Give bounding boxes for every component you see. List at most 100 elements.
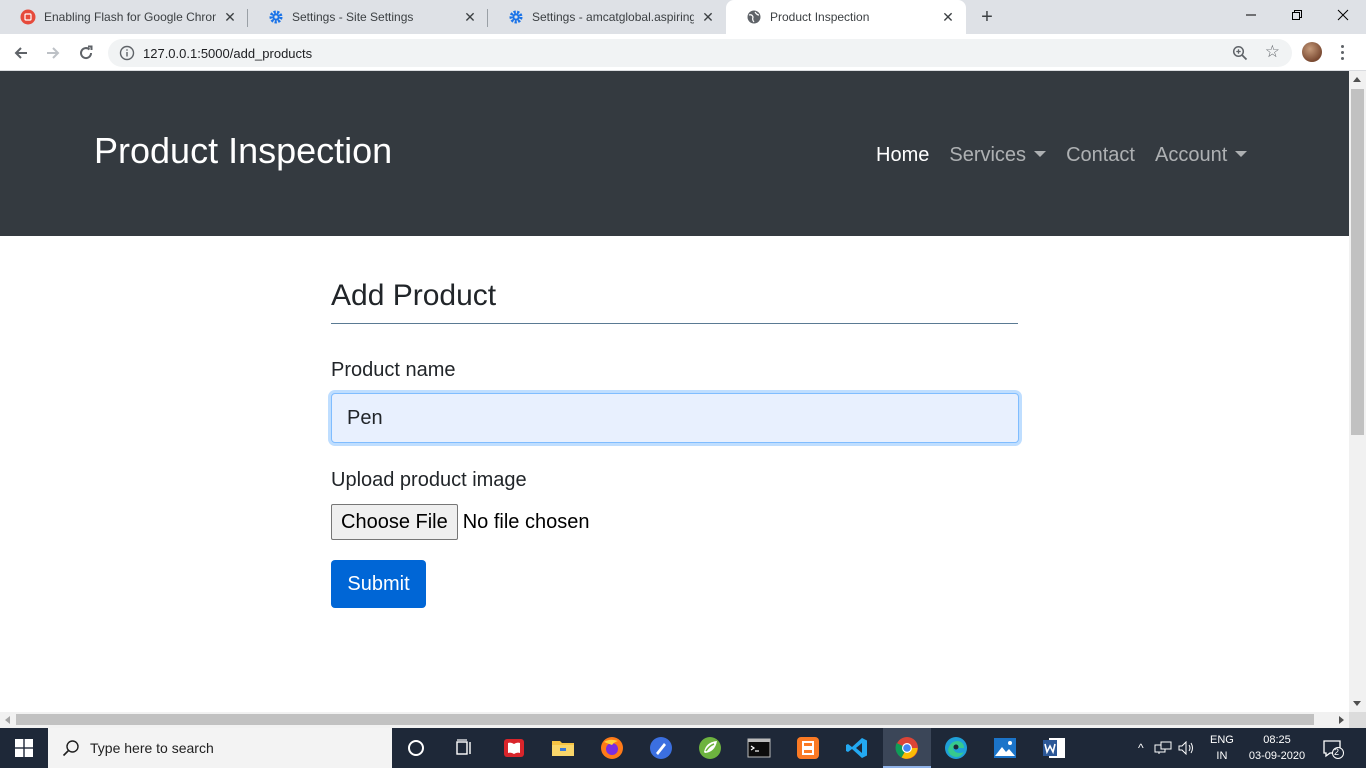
taskbar-clock[interactable]: 08:25 03-09-2020 xyxy=(1244,732,1310,764)
product-name-label: Product name xyxy=(331,359,456,381)
file-input: Choose File No file chosen xyxy=(331,504,1018,540)
file-status-text: No file chosen xyxy=(462,510,590,533)
scrollbar-corner xyxy=(1349,712,1366,728)
close-icon[interactable]: ✕ xyxy=(222,9,238,25)
tab-site-settings[interactable]: Settings - Site Settings ✕ xyxy=(248,0,488,34)
tab-flash[interactable]: Enabling Flash for Google Chrom ✕ xyxy=(0,0,248,34)
input-language[interactable]: ENG IN xyxy=(1210,732,1234,764)
site-navbar: Product Inspection Home Services Contact… xyxy=(0,71,1349,236)
search-icon xyxy=(62,740,79,757)
nav-contact-label: Contact xyxy=(1066,144,1135,166)
page-viewport: Product Inspection Home Services Contact… xyxy=(0,71,1349,712)
browser-tab-strip: Enabling Flash for Google Chrom ✕ Settin… xyxy=(0,0,1366,34)
choose-file-button[interactable]: Choose File xyxy=(331,504,458,540)
chevron-up-icon[interactable]: ^ xyxy=(1138,741,1144,755)
flash-icon xyxy=(20,9,36,25)
notification-icon xyxy=(1323,740,1344,759)
navbar-brand[interactable]: Product Inspection xyxy=(94,131,392,171)
nav-contact[interactable]: Contact xyxy=(1066,143,1135,167)
edge-icon[interactable] xyxy=(932,728,980,768)
forward-arrow-icon xyxy=(47,47,60,59)
vscode-icon[interactable] xyxy=(833,728,881,768)
vertical-scroll-thumb[interactable] xyxy=(1351,89,1364,435)
clock-time: 08:25 xyxy=(1263,734,1291,746)
reader-icon[interactable] xyxy=(490,728,538,768)
nav-home-label: Home xyxy=(876,144,930,166)
url-text[interactable]: 127.0.0.1:5000/add_products xyxy=(143,46,312,61)
firefox-icon[interactable] xyxy=(588,728,636,768)
profile-avatar[interactable] xyxy=(1302,42,1322,62)
scroll-left-arrow-icon[interactable] xyxy=(5,716,10,724)
reload-icon xyxy=(80,45,93,60)
nav-home[interactable]: Home xyxy=(876,143,929,167)
file-explorer-icon[interactable] xyxy=(539,728,587,768)
tab-title: Enabling Flash for Google Chrom xyxy=(44,10,216,24)
caret-down-icon xyxy=(1034,151,1047,157)
windows-taskbar: Type here to search ^ ENG IN 08:25 03-09… xyxy=(0,728,1366,768)
word-icon[interactable] xyxy=(1030,728,1078,768)
tab-title: Product Inspection xyxy=(770,10,870,24)
close-icon[interactable]: ✕ xyxy=(700,9,716,25)
scroll-up-arrow-icon[interactable] xyxy=(1353,77,1361,82)
product-name-input[interactable]: Pen xyxy=(331,393,1019,443)
bookmark-star-icon[interactable]: ☆ xyxy=(1265,42,1280,62)
photos-icon[interactable] xyxy=(981,728,1029,768)
tab-amcat-settings[interactable]: Settings - amcatglobal.aspiringm ✕ xyxy=(488,0,726,34)
network-icon[interactable] xyxy=(1154,741,1172,755)
minimize-icon xyxy=(1246,14,1256,16)
vertical-scrollbar[interactable] xyxy=(1349,71,1366,712)
zoom-icon[interactable] xyxy=(1232,45,1248,61)
restore-button[interactable] xyxy=(1274,0,1320,30)
scroll-down-arrow-icon[interactable] xyxy=(1353,701,1361,706)
language-code: ENG xyxy=(1210,734,1234,746)
upload-image-label: Upload product image xyxy=(331,469,527,491)
cortana-icon[interactable] xyxy=(392,728,440,768)
start-button[interactable] xyxy=(0,728,48,768)
volume-icon[interactable] xyxy=(1178,741,1196,755)
close-icon[interactable]: ✕ xyxy=(462,9,478,25)
back-button[interactable] xyxy=(8,40,34,66)
nav-services-label: Services xyxy=(949,144,1027,166)
system-tray: ^ xyxy=(1138,728,1196,768)
region-code: IN xyxy=(1216,750,1228,762)
notification-count: 2 xyxy=(1334,747,1340,757)
nav-account-label: Account xyxy=(1155,144,1228,166)
info-icon[interactable] xyxy=(119,45,135,61)
caret-down-icon xyxy=(1235,151,1248,157)
horizontal-scroll-thumb[interactable] xyxy=(16,714,1314,725)
gear-icon xyxy=(508,9,524,25)
globe-icon xyxy=(746,9,762,25)
forward-button[interactable] xyxy=(40,40,66,66)
chrome-menu-icon[interactable] xyxy=(1336,42,1348,62)
terminal-icon[interactable] xyxy=(735,728,783,768)
scroll-right-arrow-icon[interactable] xyxy=(1339,716,1344,724)
horizontal-scrollbar[interactable] xyxy=(0,712,1349,728)
gear-icon xyxy=(268,9,284,25)
task-view-icon[interactable] xyxy=(440,728,488,768)
windows-logo-icon xyxy=(15,739,33,757)
chrome-icon[interactable] xyxy=(883,728,931,768)
close-window-button[interactable] xyxy=(1320,0,1366,30)
restore-icon xyxy=(1292,10,1302,20)
close-icon[interactable]: ✕ xyxy=(940,9,956,25)
notification-center-button[interactable]: 2 xyxy=(1322,738,1344,760)
address-bar[interactable]: 127.0.0.1:5000/add_products ☆ xyxy=(108,39,1292,67)
reload-button[interactable] xyxy=(73,40,99,66)
add-product-form: Add Product Product name Pen Upload prod… xyxy=(331,281,1019,608)
tab-title: Settings - amcatglobal.aspiringm xyxy=(532,10,694,24)
nav-services-dropdown[interactable]: Services xyxy=(949,143,1047,167)
nav-account-dropdown[interactable]: Account xyxy=(1155,143,1248,167)
browser-toolbar: 127.0.0.1:5000/add_products ☆ xyxy=(0,34,1366,71)
pen-app-icon[interactable] xyxy=(637,728,685,768)
close-icon xyxy=(1337,9,1349,21)
taskbar-search-box[interactable]: Type here to search xyxy=(48,728,392,768)
search-placeholder: Type here to search xyxy=(90,740,214,756)
xampp-icon[interactable] xyxy=(784,728,832,768)
minimize-button[interactable] xyxy=(1228,0,1274,30)
submit-button[interactable]: Submit xyxy=(331,560,426,608)
spring-icon[interactable] xyxy=(686,728,734,768)
clock-date: 03-09-2020 xyxy=(1248,750,1306,762)
tab-product-inspection[interactable]: Product Inspection ✕ xyxy=(726,0,966,34)
product-name-value: Pen xyxy=(347,406,383,429)
new-tab-button[interactable]: + xyxy=(975,5,999,29)
